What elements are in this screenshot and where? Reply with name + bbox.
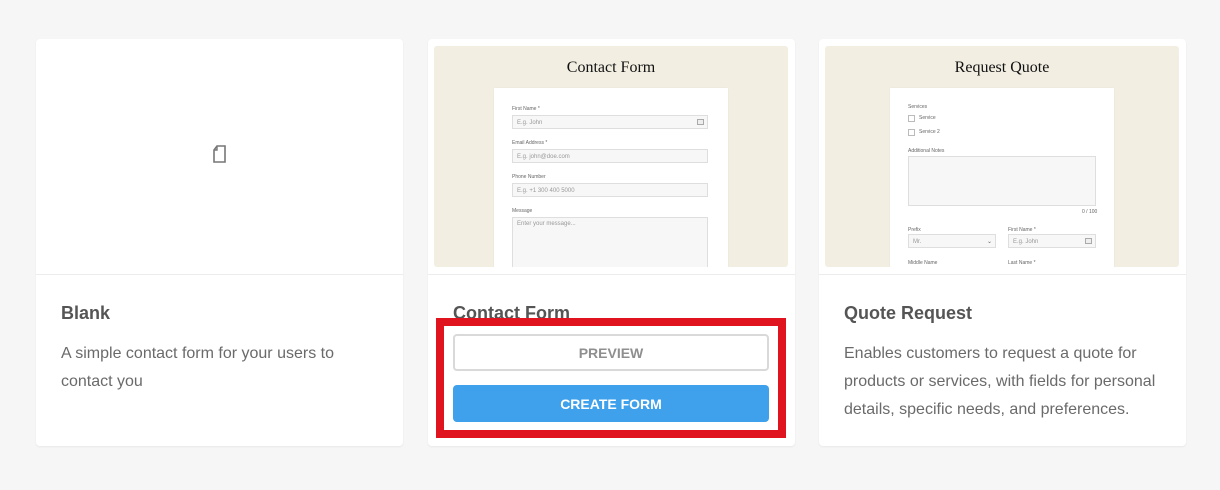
template-thumbnail: Contact Form First Name * E.g. John Emai… (428, 39, 795, 275)
preview-textarea (908, 156, 1096, 206)
preview-field-label: Additional Notes (908, 148, 945, 154)
preview-field-label: Phone Number (512, 174, 546, 180)
calendar-icon (697, 119, 704, 125)
preview-field-label: First Name * (512, 106, 540, 112)
preview-field-label: First Name * (1008, 227, 1036, 233)
template-card-blank[interactable]: Blank A simple contact form for your use… (36, 39, 403, 446)
chevron-down-icon: ⌄ (986, 239, 992, 245)
preview-field-label: Prefix (908, 227, 921, 233)
template-card-quote-request[interactable]: Request Quote Services Service Service 2… (819, 39, 1186, 446)
preview-heading: Request Quote (954, 59, 1050, 76)
template-description: Enables customers to request a quote for… (844, 345, 1156, 418)
document-icon (213, 145, 226, 163)
form-preview-image: Request Quote Services Service Service 2… (825, 46, 1179, 267)
preview-char-count: 0 / 100 (1082, 209, 1098, 215)
preview-heading: Contact Form (566, 59, 656, 76)
preview-textarea: Enter your message... (512, 217, 708, 267)
preview-field-input: E.g. +1 300 400 5000 (512, 183, 708, 197)
preview-field-label: Middle Name (908, 260, 938, 266)
template-description: A simple contact form for your users to … (61, 345, 334, 390)
preview-checkbox (908, 129, 915, 136)
preview-field-label: Message (512, 208, 533, 214)
template-title: Blank (61, 303, 111, 323)
preview-form: First Name * E.g. John Email Address * E… (494, 88, 728, 267)
template-thumbnail (36, 39, 403, 275)
preview-field-label: Email Address * (512, 140, 548, 146)
highlight-box (436, 318, 786, 438)
preview-option-label: Service (919, 115, 936, 121)
preview-field-input: E.g. John (1008, 234, 1096, 248)
preview-field-input: E.g. john@doe.com (512, 149, 708, 163)
preview-field-label: Last Name * (1008, 260, 1036, 266)
preview-option-label: Service 2 (919, 129, 940, 135)
calendar-icon (1085, 238, 1092, 244)
form-preview-image: Contact Form First Name * E.g. John Emai… (434, 46, 788, 267)
preview-field-label: Services (908, 104, 928, 110)
preview-form: Services Service Service 2 Additional No… (890, 88, 1114, 267)
template-title: Quote Request (844, 303, 973, 323)
template-thumbnail: Request Quote Services Service Service 2… (819, 39, 1186, 275)
preview-field-input: E.g. John (512, 115, 708, 129)
preview-select: Mr. ⌄ (908, 234, 996, 248)
preview-checkbox (908, 115, 915, 122)
